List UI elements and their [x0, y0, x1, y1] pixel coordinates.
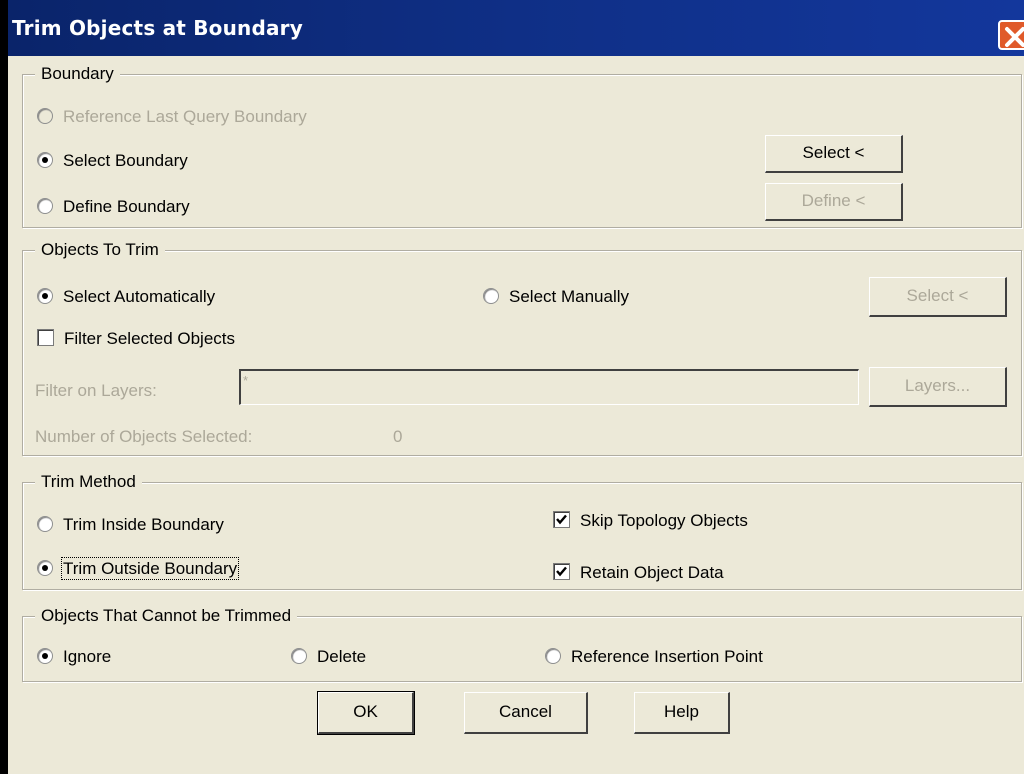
objects-to-trim-group: Objects To Trim Select Automatically Sel…: [22, 240, 1022, 456]
retain-object-data-label: Retain Object Data: [580, 563, 724, 582]
filter-selected-objects-checkbox[interactable]: Filter Selected Objects: [37, 329, 235, 349]
delete-label: Delete: [317, 647, 367, 666]
select-boundary-button[interactable]: Select <: [765, 135, 903, 173]
trim-outside-boundary-label: Trim Outside Boundary: [60, 557, 240, 580]
skip-topology-objects-label: Skip Topology Objects: [580, 511, 748, 530]
trim-inside-boundary-label: Trim Inside Boundary: [63, 515, 224, 534]
close-icon: [1005, 27, 1024, 47]
trim-method-legend: Trim Method: [35, 472, 142, 492]
checkbox-indicator: [553, 511, 570, 529]
close-button[interactable]: [998, 20, 1024, 50]
ignore-radio[interactable]: Ignore: [37, 647, 111, 667]
reference-insertion-point-label: Reference Insertion Point: [571, 647, 763, 666]
number-of-objects-selected-label: Number of Objects Selected:: [35, 427, 253, 446]
radio-indicator: [37, 151, 53, 168]
checkmark-icon: [556, 514, 567, 525]
trim-inside-boundary-radio[interactable]: Trim Inside Boundary: [37, 515, 224, 535]
select-manually-radio[interactable]: Select Manually: [483, 287, 629, 307]
cannot-trim-legend: Objects That Cannot be Trimmed: [35, 606, 298, 626]
checkbox-indicator: [37, 329, 54, 347]
window-title: Trim Objects at Boundary: [12, 16, 303, 40]
define-boundary-button[interactable]: Define <: [765, 183, 903, 221]
select-boundary-radio[interactable]: Select Boundary: [37, 151, 188, 171]
radio-indicator: [37, 647, 53, 664]
radio-indicator: [37, 287, 53, 304]
select-automatically-label: Select Automatically: [63, 287, 216, 306]
radio-indicator: [37, 107, 53, 124]
radio-indicator: [37, 559, 53, 576]
select-manually-label: Select Manually: [509, 287, 630, 306]
filter-on-layers-label: Filter on Layers:: [35, 381, 157, 400]
title-bar: Trim Objects at Boundary: [8, 0, 1024, 56]
trim-method-group: Trim Method Trim Inside Boundary Trim Ou…: [22, 472, 1022, 590]
radio-indicator: [37, 515, 53, 532]
radio-indicator: [545, 647, 561, 664]
boundary-legend: Boundary: [35, 64, 120, 84]
checkbox-indicator: [553, 563, 570, 581]
retain-object-data-checkbox[interactable]: Retain Object Data: [553, 563, 724, 583]
delete-radio[interactable]: Delete: [291, 647, 366, 667]
trim-objects-dialog: Trim Objects at Boundary Boundary Refere…: [8, 0, 1024, 774]
radio-indicator: [37, 197, 53, 214]
skip-topology-objects-checkbox[interactable]: Skip Topology Objects: [553, 511, 748, 531]
select-automatically-radio[interactable]: Select Automatically: [37, 287, 215, 307]
trim-outside-boundary-radio[interactable]: Trim Outside Boundary: [37, 557, 240, 580]
cannot-trim-group: Objects That Cannot be Trimmed Ignore De…: [22, 606, 1022, 682]
radio-indicator: [483, 287, 499, 304]
select-boundary-label: Select Boundary: [63, 151, 188, 170]
checkmark-icon: [556, 566, 567, 577]
reference-insertion-point-radio[interactable]: Reference Insertion Point: [545, 647, 763, 667]
filter-layers-field[interactable]: *: [239, 369, 859, 405]
ok-button[interactable]: OK: [317, 691, 415, 735]
ignore-label: Ignore: [63, 647, 112, 666]
objects-to-trim-legend: Objects To Trim: [35, 240, 165, 260]
help-button[interactable]: Help: [634, 692, 730, 734]
define-boundary-label: Define Boundary: [63, 197, 190, 216]
filter-selected-objects-label: Filter Selected Objects: [64, 329, 236, 348]
select-objects-button[interactable]: Select <: [869, 277, 1007, 317]
cancel-button[interactable]: Cancel: [464, 692, 588, 734]
boundary-group: Boundary Reference Last Query Boundary S…: [22, 64, 1022, 228]
define-boundary-radio[interactable]: Define Boundary: [37, 197, 190, 217]
reference-last-query-boundary-label: Reference Last Query Boundary: [63, 107, 307, 126]
layers-button[interactable]: Layers...: [869, 367, 1007, 407]
reference-last-query-boundary-radio[interactable]: Reference Last Query Boundary: [37, 107, 307, 127]
radio-indicator: [291, 647, 307, 664]
objects-selected-count: 0: [393, 427, 403, 446]
